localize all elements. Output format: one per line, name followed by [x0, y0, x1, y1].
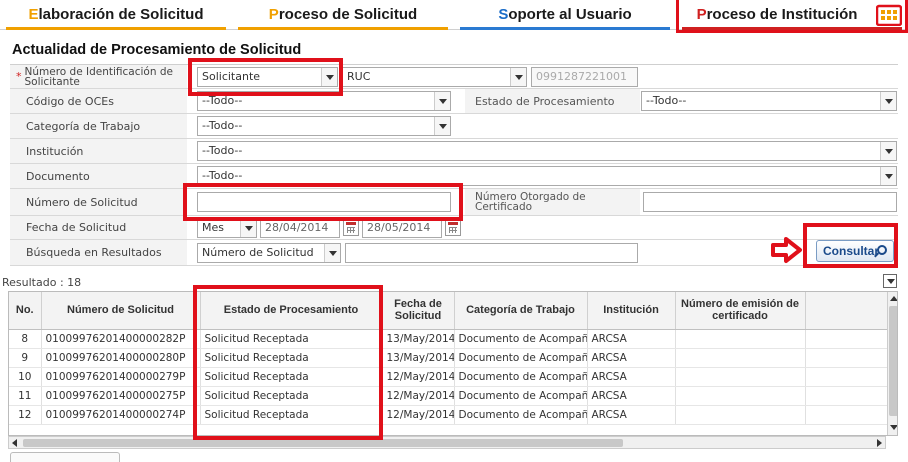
fecha-hasta-input[interactable]: 28/05/2014 [362, 218, 442, 238]
chevron-down-icon [880, 167, 896, 185]
form-row-identificacion: * Número de Identificación de Solicitante… [10, 65, 898, 89]
estado-select[interactable]: --Todo-- [641, 91, 897, 111]
otorgado-certificado-input[interactable] [643, 192, 897, 212]
id-type-select[interactable]: Solicitante [197, 67, 338, 87]
chevron-down-icon [324, 244, 340, 262]
header-numero-solicitud[interactable]: Número de Solicitud [41, 292, 201, 330]
table-row[interactable]: 10 01009976201400000279P Solicitud Recepta… [9, 367, 897, 387]
table-row[interactable]: 11 01009976201400000275P Solicitud Recepta… [9, 386, 897, 406]
calendar-icon[interactable] [445, 220, 461, 236]
page-title: Actualidad de Procesamiento de Solicitud [12, 42, 302, 58]
oces-select[interactable]: --Todo-- [197, 91, 451, 111]
header-emision-certificado[interactable]: Número de emisión de certificado [675, 292, 806, 330]
table-row[interactable]: 9 01009976201400000280P Solicitud Receptad… [9, 348, 897, 368]
form-row-categoria: Categoría de Trabajo --Todo-- [10, 114, 898, 139]
chevron-down-icon [880, 142, 896, 160]
busqueda-field-select[interactable]: Número de Solicitud [197, 243, 341, 263]
id-label: * Número de Identificación de Solicitante [10, 65, 187, 88]
scroll-down-icon[interactable] [889, 422, 897, 432]
numero-label: Número de Solicitud [10, 189, 187, 215]
form-row-numero: Número de Solicitud Número Otorgado de C… [10, 189, 898, 216]
scroll-up-icon[interactable] [889, 293, 897, 303]
documento-select[interactable]: --Todo-- [197, 166, 897, 186]
scrollbar-thumb[interactable] [889, 306, 897, 416]
top-nav: Elaboración de Solicitud Proceso de Soli… [0, 0, 908, 30]
institucion-select[interactable]: --Todo-- [197, 141, 897, 161]
header-institucion[interactable]: Institución [587, 292, 676, 330]
header-no[interactable]: No. [9, 292, 42, 330]
institucion-label: Institución [10, 139, 187, 163]
header-estado[interactable]: Estado de Procesamiento [200, 292, 383, 330]
results-table: No. Número de Solicitud Estado de Proces… [8, 291, 898, 436]
otorgado-label: Número Otorgado de Certificado [465, 189, 640, 215]
estado-label: Estado de Procesamiento [465, 89, 640, 113]
fecha-label: Fecha de Solicitud [10, 216, 187, 239]
categoria-select[interactable]: --Todo-- [197, 116, 451, 136]
search-icon [877, 245, 887, 255]
form-row-oces: Código de OCEs --Todo-- Estado de Proces… [10, 89, 898, 114]
form-row-busqueda: Búsqueda en Resultados Número de Solicit… [10, 240, 898, 266]
search-form: * Número de Identificación de Solicitante… [10, 64, 898, 266]
form-row-fecha: Fecha de Solicitud Mes 28/04/2014 28/05/… [10, 216, 898, 240]
header-categoria[interactable]: Categoría de Trabajo [454, 292, 588, 330]
chevron-down-icon [434, 117, 450, 135]
tablet-grid-icon[interactable] [876, 4, 902, 26]
calendar-icon[interactable] [343, 220, 359, 236]
table-header-row: No. Número de Solicitud Estado de Proces… [9, 292, 897, 330]
fecha-period-select[interactable]: Mes [197, 218, 257, 238]
id-number-input[interactable]: 0991287221001 [531, 67, 638, 87]
tab-proceso-de-solicitud[interactable]: Proceso de Solicitud [232, 0, 454, 30]
chevron-down-icon [321, 68, 337, 86]
horizontal-scrollbar[interactable] [8, 436, 886, 449]
documento-label: Documento [10, 164, 187, 188]
numero-solicitud-input[interactable] [197, 192, 451, 212]
chevron-down-icon [434, 92, 450, 110]
chevron-down-icon [880, 92, 896, 110]
chevron-down-icon [510, 68, 526, 86]
table-row[interactable]: 8 01009976201400000282P Solicitud Receptad… [9, 329, 897, 349]
oces-label: Código de OCEs [10, 89, 187, 113]
vertical-scrollbar[interactable] [887, 292, 897, 435]
tab-soporte-al-usuario[interactable]: Soporte al Usuario [454, 0, 676, 30]
table-row[interactable]: 12 01009976201400000274P Solicitud Recepta… [9, 405, 897, 425]
header-overflow [805, 292, 897, 330]
consultar-button[interactable]: Consultar [816, 240, 894, 262]
tab-proceso-de-institucion[interactable]: Proceso de Institución [676, 0, 908, 30]
collapse-toggle-icon[interactable] [883, 274, 897, 288]
scrollbar-thumb[interactable] [23, 439, 623, 447]
header-fecha[interactable]: Fecha de Solicitud [382, 292, 455, 330]
chevron-down-icon [240, 219, 256, 237]
bottom-tab[interactable] [10, 452, 120, 462]
arrow-right-icon [771, 237, 802, 263]
tab-elaboracion-de-solicitud[interactable]: Elaboración de Solicitud [0, 0, 232, 30]
form-row-documento: Documento --Todo-- [10, 164, 898, 189]
result-count: Resultado : 18 [2, 276, 82, 289]
busqueda-input[interactable] [345, 243, 638, 263]
busqueda-label: Búsqueda en Resultados [10, 240, 187, 265]
fecha-desde-input[interactable]: 28/04/2014 [260, 218, 340, 238]
form-row-institucion: Institución --Todo-- [10, 139, 898, 164]
categoria-label: Categoría de Trabajo [10, 114, 187, 138]
id-doc-type-select[interactable]: RUC [342, 67, 527, 87]
